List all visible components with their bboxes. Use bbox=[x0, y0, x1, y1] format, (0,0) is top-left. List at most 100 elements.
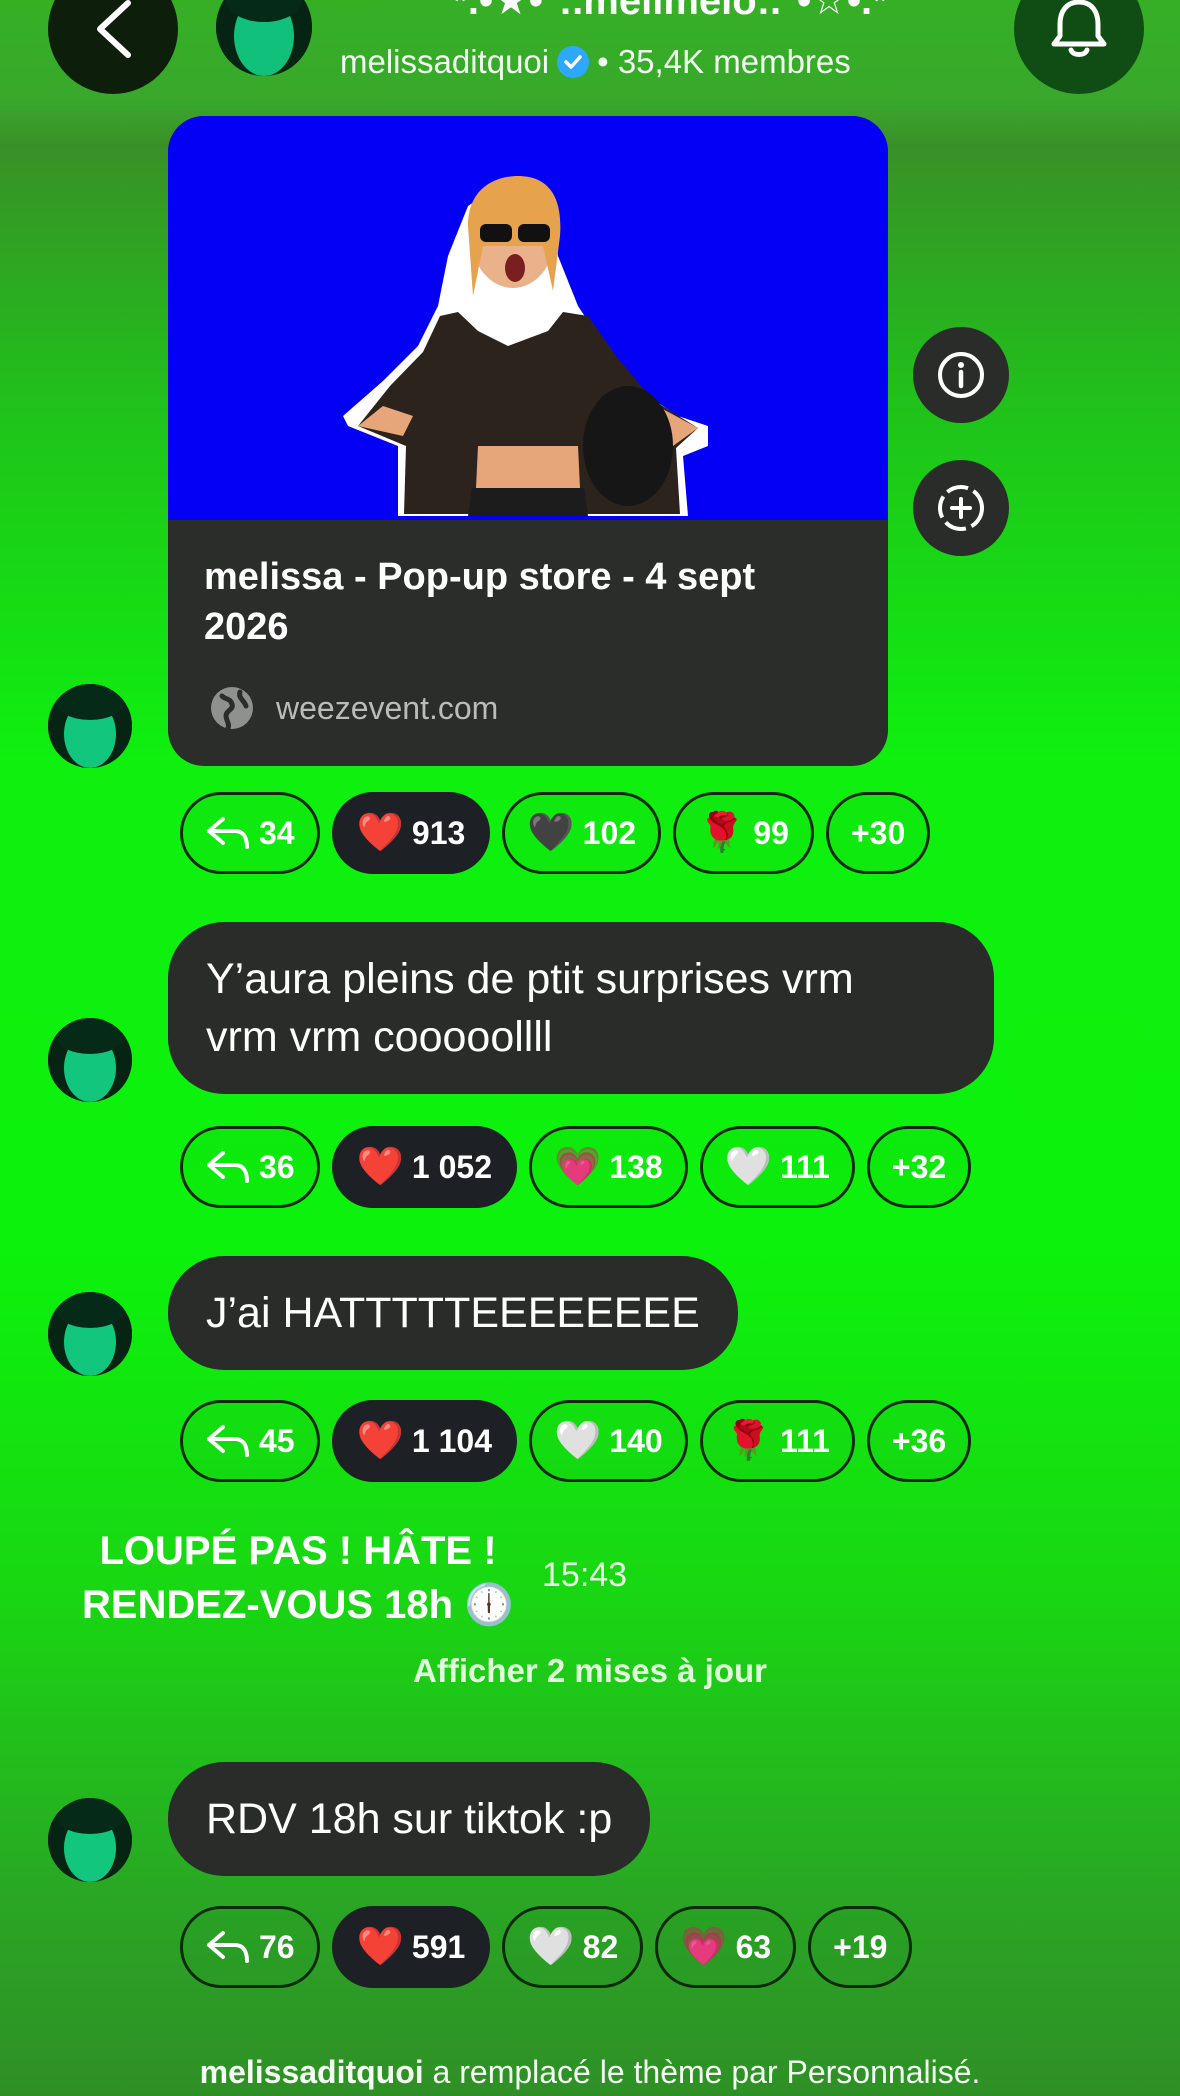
link-title: melissa - Pop-up store - 4 sept 2026 bbox=[204, 556, 756, 648]
red-heart-emoji: ❤️ bbox=[356, 1146, 404, 1188]
message-text-line: RDV 18h sur tiktok :p bbox=[206, 1795, 613, 1843]
link-domain-row: weezevent.com bbox=[208, 684, 498, 732]
channel-title[interactable]: *.•★•°:.melimelo:.°•☆•.* bbox=[330, 0, 1010, 34]
back-button[interactable] bbox=[48, 0, 178, 94]
reaction-count: 913 bbox=[411, 814, 466, 851]
reaction-row: 34 ❤️ 913 🖤 102 🌹 99 +30 bbox=[180, 792, 931, 874]
info-button[interactable] bbox=[913, 327, 1009, 423]
announcement-line-2: RENDEZ-VOUS 18h 🕕 bbox=[68, 1578, 528, 1632]
notice-username[interactable]: melissaditquoi bbox=[200, 2054, 424, 2090]
reaction-chip[interactable]: 🤍 140 bbox=[529, 1400, 688, 1482]
reaction-count: 102 bbox=[582, 814, 637, 851]
notice-text: a remplacé le thème par Personnalisé. bbox=[432, 2054, 981, 2090]
link-domain: weezevent.com bbox=[276, 689, 499, 726]
reaction-chip[interactable]: ❤️ 913 bbox=[331, 792, 491, 874]
reaction-row: 36 ❤️ 1 052 💗 138 🤍 111 +32 bbox=[180, 1126, 972, 1208]
white-heart-emoji: 🤍 bbox=[724, 1146, 773, 1188]
black-heart-emoji: 🖤 bbox=[527, 812, 575, 854]
member-count: • 35,4K membres bbox=[597, 43, 851, 80]
message-text-line: Y’aura pleins de ptit surprises vrm bbox=[206, 955, 854, 1003]
reaction-count: 111 bbox=[780, 1148, 830, 1185]
rose-emoji: 🌹 bbox=[698, 812, 746, 854]
reaction-chip[interactable]: 🌹 99 bbox=[673, 792, 814, 874]
red-heart-emoji: ❤️ bbox=[356, 1926, 404, 1968]
reaction-chip[interactable]: 💗 138 bbox=[529, 1126, 688, 1208]
show-updates-link[interactable]: Afficher 2 mises à jour bbox=[0, 1652, 1180, 1690]
reply-count: 76 bbox=[259, 1928, 295, 1965]
message-bubble[interactable]: RDV 18h sur tiktok :p bbox=[168, 1762, 651, 1876]
info-icon bbox=[938, 352, 984, 398]
more-reactions-chip[interactable]: +19 bbox=[808, 1906, 913, 1988]
reaction-chip[interactable]: ❤️ 1 052 bbox=[331, 1126, 517, 1208]
reaction-count: 591 bbox=[411, 1928, 466, 1965]
channel-avatar[interactable] bbox=[216, 0, 312, 76]
more-reactions-chip[interactable]: +32 bbox=[866, 1126, 972, 1208]
reply-count: 45 bbox=[259, 1422, 295, 1459]
announcement-line: LOUPÉ PAS ! HÂTE ! bbox=[99, 1529, 497, 1573]
link-preview-card[interactable]: melissa - Pop-up store - 4 sept 2026 wee… bbox=[168, 116, 888, 766]
reaction-chip[interactable]: 💗 63 bbox=[655, 1906, 797, 1988]
sender-avatar[interactable] bbox=[48, 1292, 132, 1376]
reply-arrow-icon bbox=[207, 1931, 249, 1963]
message-text-line: vrm vrm cooooollll bbox=[206, 1013, 553, 1061]
white-heart-emoji: 🤍 bbox=[554, 1420, 602, 1462]
reaction-chip[interactable]: 🌹 111 bbox=[699, 1400, 855, 1482]
more-reactions-chip[interactable]: +30 bbox=[825, 792, 931, 874]
reaction-count: 1 052 bbox=[411, 1148, 492, 1185]
more-reactions-count: +19 bbox=[833, 1928, 888, 1965]
reaction-count: 138 bbox=[609, 1148, 663, 1185]
reaction-count: 99 bbox=[753, 814, 789, 851]
announcement-timestamp: 15:43 bbox=[542, 1556, 628, 1594]
reaction-count: 82 bbox=[582, 1928, 619, 1965]
reaction-chip[interactable]: 🤍 111 bbox=[699, 1126, 855, 1208]
reaction-count: 1 104 bbox=[411, 1422, 492, 1459]
more-reactions-chip[interactable]: +36 bbox=[866, 1400, 972, 1482]
reaction-chip[interactable]: 🤍 82 bbox=[502, 1906, 644, 1988]
add-circle-dashed-icon bbox=[938, 485, 984, 531]
link-preview-image bbox=[168, 116, 888, 520]
red-heart-emoji: ❤️ bbox=[356, 1420, 404, 1462]
announcement-text: LOUPÉ PAS ! HÂTE ! RENDEZ-VOUS 18h 🕕 bbox=[68, 1524, 528, 1632]
reaction-count: 63 bbox=[735, 1928, 772, 1965]
notifications-button[interactable] bbox=[1014, 0, 1144, 94]
reply-count: 36 bbox=[259, 1148, 295, 1185]
reply-chip[interactable]: 76 bbox=[180, 1906, 320, 1988]
reaction-chip[interactable]: 🖤 102 bbox=[502, 792, 662, 874]
add-to-calendar-button[interactable] bbox=[913, 460, 1009, 556]
red-heart-emoji: ❤️ bbox=[356, 812, 404, 854]
reaction-count: 140 bbox=[609, 1422, 663, 1459]
reply-count: 34 bbox=[259, 814, 295, 851]
reply-chip[interactable]: 34 bbox=[180, 792, 320, 874]
rose-emoji: 🌹 bbox=[724, 1420, 773, 1462]
theme-change-notice: melissaditquoi a remplacé le thème par P… bbox=[0, 2054, 1180, 2091]
message-bubble[interactable]: J’ai HATTTTTEEEEEEEE bbox=[168, 1256, 738, 1370]
reaction-chip[interactable]: ❤️ 591 bbox=[331, 1906, 491, 1988]
pink-heart-emoji: 💗 bbox=[554, 1146, 602, 1188]
globe-icon bbox=[211, 687, 253, 731]
bell-icon bbox=[1051, 0, 1107, 57]
sender-avatar[interactable] bbox=[48, 1018, 132, 1102]
more-reactions-count: +36 bbox=[891, 1422, 947, 1459]
reply-chip[interactable]: 36 bbox=[180, 1126, 320, 1208]
verified-badge-icon bbox=[557, 46, 590, 78]
message-bubble[interactable]: Y’aura pleins de ptit surprises vrm vrm … bbox=[168, 922, 994, 1094]
reply-arrow-icon bbox=[207, 1151, 249, 1183]
owner-name: melissaditquoi bbox=[340, 43, 550, 80]
announcement-line-text: RENDEZ-VOUS 18h bbox=[81, 1583, 454, 1627]
reaction-chip[interactable]: ❤️ 1 104 bbox=[331, 1400, 517, 1482]
clock-emoji: 🕕 bbox=[464, 1583, 515, 1627]
more-reactions-count: +32 bbox=[891, 1148, 947, 1185]
sender-avatar[interactable] bbox=[48, 684, 132, 768]
more-reactions-count: +30 bbox=[850, 814, 906, 851]
reaction-count: 111 bbox=[780, 1422, 830, 1459]
chevron-left-icon bbox=[97, 0, 131, 58]
white-heart-emoji: 🤍 bbox=[527, 1926, 575, 1968]
reaction-row: 76 ❤️ 591 🤍 82 💗 63 +19 bbox=[180, 1906, 913, 1988]
sender-avatar[interactable] bbox=[48, 1798, 132, 1882]
reaction-row: 45 ❤️ 1 104 🤍 140 🌹 111 +36 bbox=[180, 1400, 972, 1482]
reply-arrow-icon bbox=[207, 817, 249, 849]
message-text-line: J’ai HATTTTTEEEEEEEE bbox=[206, 1289, 700, 1337]
reply-chip[interactable]: 45 bbox=[180, 1400, 320, 1482]
channel-subtitle[interactable]: melissaditquoi • 35,4K membres bbox=[340, 40, 851, 84]
reply-arrow-icon bbox=[207, 1425, 249, 1457]
